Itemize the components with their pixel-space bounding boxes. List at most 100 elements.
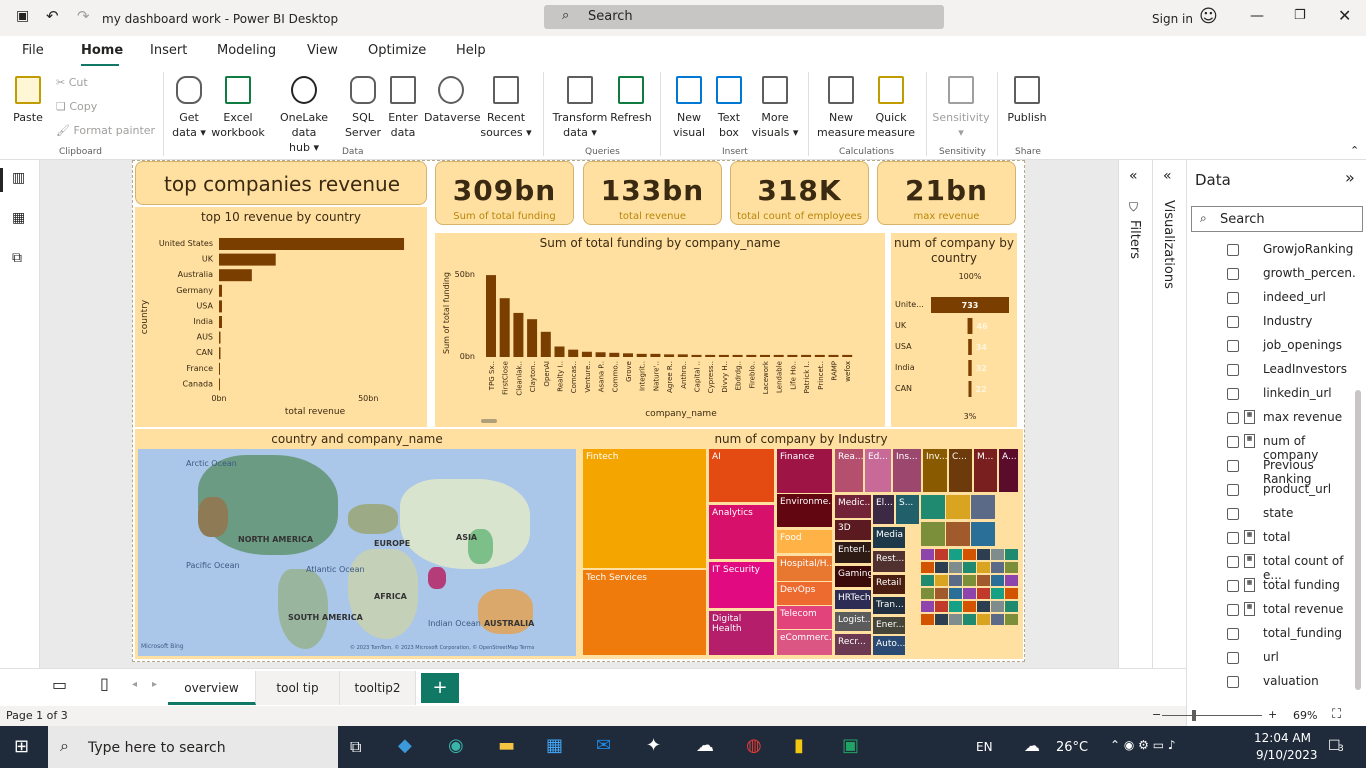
field-checkbox[interactable]	[1227, 580, 1239, 592]
bar[interactable]	[968, 360, 972, 376]
bar[interactable]	[527, 319, 538, 357]
treemap-cell[interactable]: DevOps	[777, 582, 832, 605]
treemap-cell[interactable]: Rest...	[873, 551, 905, 572]
add-page-button[interactable]: +	[421, 673, 459, 703]
bar[interactable]	[968, 339, 972, 355]
treemap-cell[interactable]	[963, 549, 976, 560]
treemap-cell[interactable]	[1005, 549, 1018, 560]
treemap-cell[interactable]: Media	[873, 527, 905, 548]
desktop-layout-icon[interactable]: ▭	[52, 675, 67, 694]
treemap-cell[interactable]: IT Security	[709, 562, 774, 608]
bar[interactable]	[219, 378, 220, 391]
scrollbar[interactable]	[1355, 390, 1361, 690]
bar[interactable]	[219, 300, 222, 313]
file-explorer-icon[interactable]: ▬	[498, 735, 515, 756]
field-item[interactable]: indeed_url	[1187, 286, 1357, 310]
field-checkbox[interactable]	[1227, 340, 1239, 352]
field-checkbox[interactable]	[1227, 652, 1239, 664]
bar[interactable]	[219, 284, 222, 297]
bar[interactable]	[718, 354, 729, 357]
treemap-cell[interactable]	[949, 601, 962, 612]
collapse-ribbon-icon[interactable]: ⌃	[1350, 144, 1359, 157]
vscode-icon[interactable]: ◆	[398, 735, 412, 756]
get-data-button[interactable]: Get data ▾	[168, 76, 210, 140]
bar[interactable]	[814, 354, 825, 357]
bar[interactable]	[568, 349, 579, 357]
field-checkbox[interactable]	[1227, 604, 1239, 616]
treemap-cell[interactable]	[1005, 588, 1018, 599]
zoom-in-icon[interactable]: +	[1268, 708, 1277, 721]
field-item[interactable]: Previous Ranking	[1187, 454, 1357, 486]
report-view-icon[interactable]: ▥	[12, 170, 25, 186]
bar[interactable]	[705, 354, 716, 357]
field-item[interactable]: ▦ total	[1187, 526, 1357, 550]
treemap-cell[interactable]	[935, 588, 948, 599]
bar[interactable]	[746, 354, 757, 357]
treemap-cell[interactable]: El...	[873, 495, 894, 524]
page-tab-tooltip2[interactable]: tooltip2	[340, 671, 416, 705]
restore-icon[interactable]: ❐	[1294, 8, 1306, 23]
language-indicator[interactable]: EN	[976, 740, 993, 754]
bar[interactable]	[650, 353, 661, 357]
app-icon[interactable]: ☁	[696, 735, 714, 756]
field-checkbox[interactable]	[1227, 676, 1239, 688]
windows-start-icon[interactable]: ⊞	[14, 736, 29, 757]
bar[interactable]	[219, 362, 220, 375]
field-checkbox[interactable]	[1227, 460, 1239, 472]
field-checkbox[interactable]	[1227, 532, 1239, 544]
treemap-cell[interactable]: Auto...	[873, 636, 905, 655]
treemap-cell[interactable]	[977, 549, 990, 560]
data-search-input[interactable]: ⌕ Search	[1191, 206, 1363, 232]
bar[interactable]	[609, 352, 620, 357]
treemap-cell[interactable]	[921, 588, 934, 599]
bar[interactable]	[540, 331, 551, 357]
kpi-card[interactable]: 21bn max revenue	[877, 161, 1016, 225]
treemap-cell[interactable]	[1005, 562, 1018, 573]
treemap-cell[interactable]: Digital Health	[709, 611, 774, 655]
cut-button[interactable]: ✂ Cut	[56, 75, 88, 90]
excel-workbook-button[interactable]: Excel workbook	[210, 76, 266, 140]
weather-icon[interactable]: ☁	[1024, 736, 1040, 755]
store-icon[interactable]: ▦	[546, 735, 563, 756]
tab-modeling[interactable]: Modeling	[217, 43, 276, 58]
expand-filters-icon[interactable]: «	[1129, 168, 1138, 184]
enter-data-button[interactable]: Enter data	[384, 76, 422, 140]
edge-icon[interactable]: ◉	[448, 735, 464, 756]
treemap-cell[interactable]	[963, 614, 976, 625]
model-view-icon[interactable]: ⧉	[12, 250, 22, 266]
sensitivity-button[interactable]: Sensitivity ▾	[930, 76, 992, 140]
zoom-slider-thumb[interactable]	[1192, 710, 1196, 721]
bar[interactable]	[486, 275, 496, 357]
more-visuals-button[interactable]: More visuals ▾	[750, 76, 800, 140]
field-item[interactable]: product_url	[1187, 478, 1357, 502]
bar[interactable]	[623, 353, 633, 357]
treemap-cell[interactable]: Ener...	[873, 617, 905, 634]
field-checkbox[interactable]	[1227, 484, 1239, 496]
tab-file[interactable]: File	[22, 43, 44, 58]
bar[interactable]	[691, 354, 702, 357]
bar[interactable]	[219, 316, 222, 328]
bar[interactable]	[219, 238, 405, 250]
treemap-cell[interactable]	[935, 614, 948, 625]
treemap-cell[interactable]: Medic...	[835, 495, 871, 518]
visualizations-pane-collapsed[interactable]: « Visualizations	[1152, 160, 1186, 668]
treemap-cell[interactable]	[991, 614, 1004, 625]
bar[interactable]	[513, 312, 524, 357]
treemap-cell[interactable]	[991, 588, 1004, 599]
account-icon[interactable]: ☺	[1199, 6, 1218, 27]
bar[interactable]	[219, 269, 252, 282]
field-checkbox[interactable]	[1227, 268, 1239, 280]
field-checkbox[interactable]	[1227, 436, 1239, 448]
treemap-cell[interactable]	[921, 549, 934, 560]
treemap-cell[interactable]: Retail	[873, 575, 905, 594]
treemap-cell[interactable]	[949, 562, 962, 573]
treemap[interactable]: Fintech Tech Services AI Analytics IT Securi…	[583, 449, 1019, 656]
treemap-cell[interactable]	[935, 575, 948, 586]
bar[interactable]	[760, 354, 770, 357]
treemap-cell[interactable]	[1005, 575, 1018, 586]
treemap-cell[interactable]: Rea...	[835, 449, 863, 492]
treemap-cell[interactable]: Telecom	[777, 606, 832, 629]
collapse-pane-icon[interactable]: »	[1345, 168, 1355, 187]
treemap-cell[interactable]	[963, 601, 976, 612]
treemap-cell[interactable]: Gaming	[835, 566, 871, 587]
